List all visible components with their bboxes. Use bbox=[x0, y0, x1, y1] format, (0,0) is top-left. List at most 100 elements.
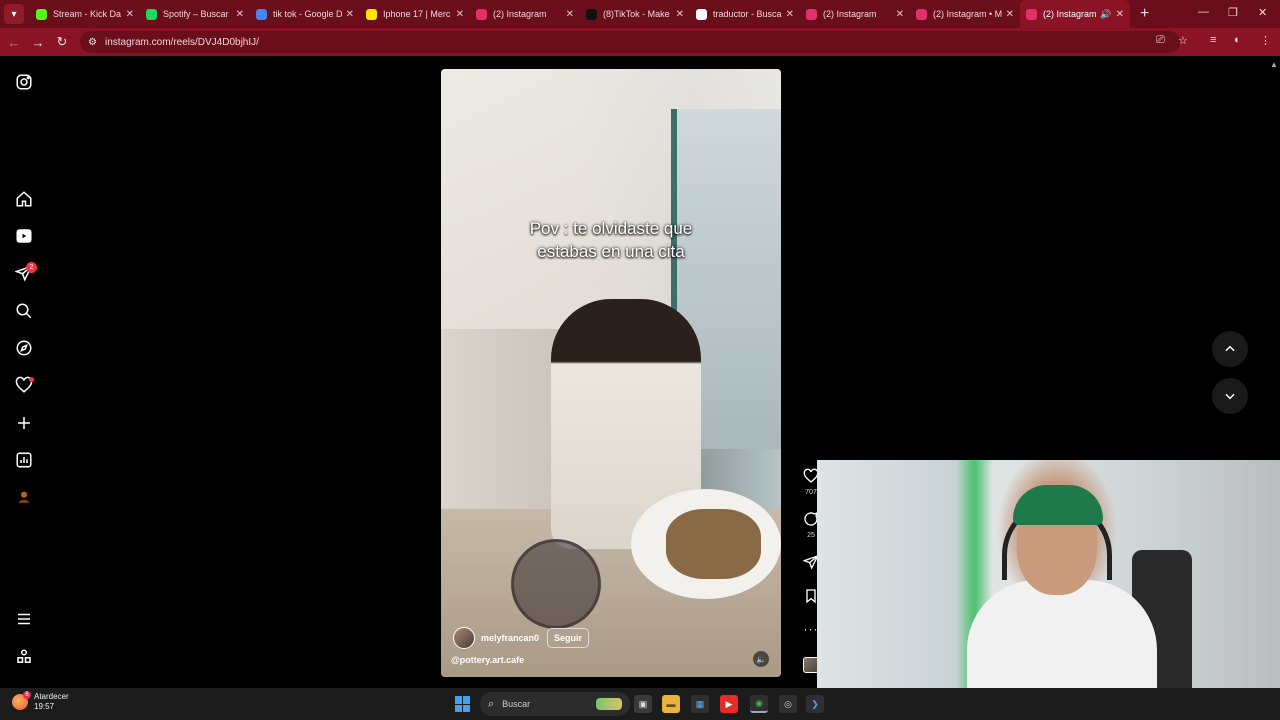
dashboard-icon[interactable] bbox=[14, 450, 34, 470]
reel-glass bbox=[511, 539, 601, 629]
tab-label: Iphone 17 | Merc bbox=[383, 9, 451, 19]
tab-label: traductor - Buscar bbox=[713, 9, 782, 19]
tab-label: Spotify – Buscar bbox=[163, 9, 229, 19]
browser-tab[interactable]: tik tok - Google D ✕ bbox=[250, 0, 360, 28]
browser-tab[interactable]: (2) Instagram 🔊 ✕ bbox=[1020, 0, 1130, 28]
profile-icon[interactable]: ◐ bbox=[1234, 34, 1241, 46]
tab-close-icon[interactable]: ✕ bbox=[566, 9, 574, 20]
search-icon[interactable] bbox=[14, 301, 34, 321]
reels-icon[interactable] bbox=[14, 226, 34, 246]
task-view-icon[interactable]: ▣ bbox=[634, 695, 652, 713]
tab-label: (2) Instagram • M bbox=[933, 9, 1002, 19]
address-bar[interactable]: ⚙ instagram.com/reels/DVJ4D0bjhIJ/ bbox=[80, 31, 1180, 53]
browser-tab[interactable]: Stream - Kick Da ✕ bbox=[30, 0, 140, 28]
next-reel-button[interactable] bbox=[1212, 378, 1248, 414]
weather-widget[interactable]: 6 Atardecer 19:57 bbox=[12, 691, 69, 712]
webcam-cap bbox=[1013, 485, 1103, 525]
tab-close-icon[interactable]: ✕ bbox=[1116, 9, 1124, 20]
mute-icon[interactable]: 🔈 bbox=[753, 651, 769, 667]
instagram-sidebar: 2 bbox=[0, 56, 48, 688]
browser-tab[interactable]: (2) Instagram ✕ bbox=[800, 0, 910, 28]
instagram-icon bbox=[916, 8, 927, 20]
tiktok-icon bbox=[586, 8, 597, 20]
tab-close-icon[interactable]: ✕ bbox=[346, 9, 354, 20]
reel-caption: Pov : te olvidaste que estabas en una ci… bbox=[441, 217, 781, 263]
profile-avatar[interactable] bbox=[14, 487, 34, 507]
browser-tab[interactable]: traductor - Buscar ✕ bbox=[690, 0, 800, 28]
home-icon[interactable] bbox=[14, 189, 34, 209]
forward-icon[interactable]: → bbox=[26, 35, 50, 50]
reload-icon[interactable]: ↻ bbox=[50, 34, 74, 50]
spotify-icon bbox=[146, 8, 157, 20]
restore-icon[interactable]: ❐ bbox=[1228, 6, 1238, 19]
browser-tab[interactable]: (8)TikTok - Make ✕ bbox=[580, 0, 690, 28]
instagram-icon bbox=[806, 8, 817, 20]
browser-toolbar: ← → ↻ ⚙ instagram.com/reels/DVJ4D0bjhIJ/ bbox=[0, 28, 1280, 56]
create-icon[interactable] bbox=[14, 413, 34, 433]
weather-badge: 6 bbox=[23, 691, 31, 699]
previous-reel-button[interactable] bbox=[1212, 331, 1248, 367]
browser-tab[interactable]: (2) Instagram ✕ bbox=[470, 0, 580, 28]
menu-icon[interactable] bbox=[14, 609, 34, 629]
tab-strip: Stream - Kick Da ✕ Spotify – Buscar ✕ tik to… bbox=[30, 0, 1130, 28]
tab-search-button[interactable]: ▾ bbox=[4, 4, 24, 24]
taskbar-search-placeholder: Buscar bbox=[502, 699, 531, 709]
chrome-icon[interactable]: ◉ bbox=[750, 695, 768, 713]
tab-close-icon[interactable]: ✕ bbox=[126, 9, 134, 20]
install-app-icon[interactable]: ⎚ bbox=[1156, 34, 1165, 47]
reel-video[interactable]: Pov : te olvidaste que estabas en una ci… bbox=[441, 69, 781, 677]
reel-location-tag[interactable]: @pottery.art.cafe bbox=[451, 655, 524, 665]
tab-close-icon[interactable]: ✕ bbox=[786, 9, 794, 20]
browser-menu-icon[interactable]: ⋮ bbox=[1260, 34, 1271, 47]
tab-label: tik tok - Google D bbox=[273, 9, 342, 19]
weather-time: 19:57 bbox=[34, 702, 55, 711]
tab-audio-icon[interactable]: 🔊 bbox=[1100, 9, 1111, 20]
mercadolibre-icon bbox=[366, 8, 377, 20]
explore-icon[interactable] bbox=[14, 338, 34, 358]
scrollbar-up-arrow[interactable]: ▲ bbox=[1270, 60, 1278, 69]
browser-tab[interactable]: (2) Instagram • M ✕ bbox=[910, 0, 1020, 28]
sunset-icon: 6 bbox=[12, 691, 31, 710]
taskbar-search[interactable]: ⌕ Buscar bbox=[480, 692, 630, 716]
new-tab-button[interactable]: + bbox=[1140, 5, 1149, 23]
tab-close-icon[interactable]: ✕ bbox=[676, 9, 684, 20]
youtube-icon[interactable]: ▶ bbox=[720, 695, 738, 713]
google-drive-icon bbox=[256, 8, 267, 20]
reel-caption-line-2: estabas en una cita bbox=[537, 242, 685, 261]
search-highlight-image bbox=[596, 698, 622, 710]
instagram-icon bbox=[1026, 8, 1037, 20]
minimize-icon[interactable]: — bbox=[1198, 6, 1209, 18]
tab-close-icon[interactable]: ✕ bbox=[896, 9, 904, 20]
tab-label: (2) Instagram bbox=[1043, 9, 1097, 19]
author-avatar[interactable] bbox=[453, 627, 475, 649]
microsoft-store-icon[interactable]: ▦ bbox=[691, 695, 709, 713]
media-control-icon[interactable]: ≡ bbox=[1210, 34, 1216, 46]
instagram-logo-icon[interactable] bbox=[14, 72, 34, 92]
back-icon[interactable]: ← bbox=[2, 35, 26, 50]
author-username[interactable]: melyfrancan0 bbox=[481, 633, 539, 643]
reel-food bbox=[666, 509, 761, 579]
tab-close-icon[interactable]: ✕ bbox=[236, 9, 244, 20]
meta-apps-icon[interactable] bbox=[14, 647, 34, 667]
site-info-icon[interactable]: ⚙ bbox=[88, 37, 97, 48]
obs-icon[interactable]: ◎ bbox=[779, 695, 797, 713]
browser-tab[interactable]: Spotify – Buscar ✕ bbox=[140, 0, 250, 28]
tab-label: (2) Instagram bbox=[493, 9, 547, 19]
messages-badge: 2 bbox=[26, 262, 37, 273]
chevron-up-icon bbox=[1225, 345, 1235, 352]
tab-close-icon[interactable]: ✕ bbox=[456, 9, 464, 20]
file-explorer-icon[interactable]: ▬ bbox=[662, 695, 680, 713]
bookmark-star-icon[interactable]: ☆ bbox=[1178, 34, 1188, 47]
instagram-icon bbox=[476, 8, 487, 20]
close-window-icon[interactable]: ✕ bbox=[1258, 6, 1267, 19]
weather-label: Atardecer bbox=[34, 692, 69, 701]
google-icon bbox=[696, 8, 707, 20]
windows-taskbar: 6 Atardecer 19:57 ⌕ Buscar ▣ ▬ ▦ ▶ ◉ ◎ ❯ bbox=[0, 688, 1280, 720]
vscode-icon[interactable]: ❯ bbox=[806, 695, 824, 713]
url-text: instagram.com/reels/DVJ4D0bjhIJ/ bbox=[104, 36, 259, 48]
windows-start-icon[interactable] bbox=[455, 696, 471, 712]
browser-tab[interactable]: Iphone 17 | Merc ✕ bbox=[360, 0, 470, 28]
reel-caption-line-1: Pov : te olvidaste que bbox=[529, 219, 693, 238]
follow-button[interactable]: Seguir bbox=[547, 628, 590, 648]
tab-close-icon[interactable]: ✕ bbox=[1006, 9, 1014, 20]
